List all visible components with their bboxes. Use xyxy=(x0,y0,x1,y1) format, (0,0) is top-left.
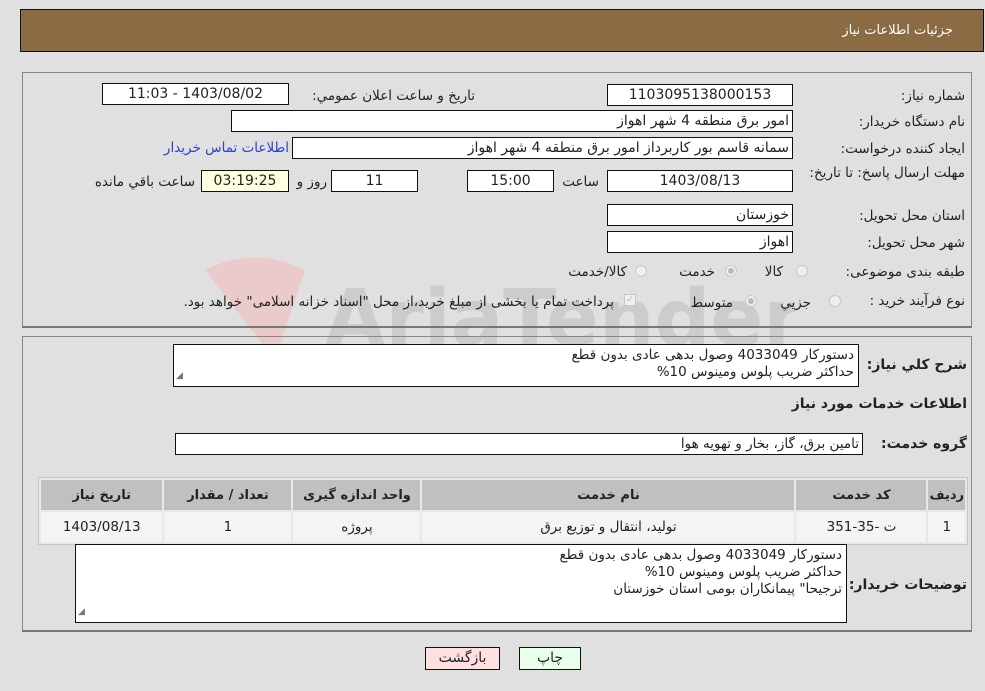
table-header-row: ردیف کد خدمت نام خدمت واحد اندازه گیری ت… xyxy=(41,480,965,510)
requester-field[interactable]: سمانه قاسم بور کاربرداز امور برق منطقه 4… xyxy=(292,137,793,159)
category-option-goods: کالا xyxy=(764,264,783,280)
time-remaining-label: ساعت باقي مانده xyxy=(94,174,195,190)
treasury-checkbox-label: پرداخت تمام یا بخشی از مبلغ خرید،از محل … xyxy=(183,294,614,310)
purchase-type-label: نوع فرآیند خرید : xyxy=(869,293,965,309)
treasury-checkbox[interactable]: ✓ xyxy=(624,294,636,306)
purchase-radio-medium[interactable] xyxy=(745,295,757,307)
resize-grip-icon[interactable]: ◢ xyxy=(176,368,183,385)
description-line: دستورکار 4033049 وصول بدهی عادی بدون قطع xyxy=(571,347,854,363)
city-label: شهر محل تحویل: xyxy=(867,235,965,251)
requester-label: ایجاد کننده درخواست: xyxy=(840,141,965,157)
cell-need-date: 1403/08/13 xyxy=(41,512,163,542)
days-remaining-field[interactable]: 11 xyxy=(331,170,418,192)
buyer-org-field[interactable]: امور برق منطقه 4 شهر اهواز xyxy=(231,110,793,132)
cell-service-code: ت -35-351 xyxy=(796,512,927,542)
category-option-service: خدمت xyxy=(679,264,715,280)
cell-quantity: 1 xyxy=(164,512,292,542)
province-field[interactable]: خوزستان xyxy=(607,204,793,226)
buyer-contact-link[interactable]: اطلاعات تماس خریدار xyxy=(164,140,289,156)
service-group-label: گروه خدمت: xyxy=(881,436,967,452)
column-header-service-code: کد خدمت xyxy=(796,480,927,510)
days-label: روز و xyxy=(296,174,327,190)
category-option-goods-service: کالا/خدمت xyxy=(568,264,627,280)
services-section-title: اطلاعات خدمات مورد نياز xyxy=(791,396,967,412)
purchase-radio-minor[interactable] xyxy=(829,295,841,307)
cell-unit: پروژه xyxy=(293,512,421,542)
purchase-option-minor: جزيي xyxy=(780,295,811,311)
category-radio-service[interactable] xyxy=(725,265,737,277)
description-textarea[interactable]: دستورکار 4033049 وصول بدهی عادی بدون قطع… xyxy=(173,344,859,387)
buyer-org-label: نام دستگاه خریدار: xyxy=(858,114,965,130)
column-header-service-name: نام خدمت xyxy=(422,480,795,510)
service-group-field[interactable]: تامین برق، گاز، بخار و تهویه هوا xyxy=(175,433,863,455)
city-field[interactable]: اهواز xyxy=(607,231,793,253)
deadline-time-field[interactable]: 15:00 xyxy=(467,170,554,192)
cell-row-number: 1 xyxy=(928,512,965,542)
buyer-notes-textarea[interactable]: دستورکار 4033049 وصول بدهی عادی بدون قطع… xyxy=(75,544,847,623)
page-title: جزئیات اطلاعات نیاز xyxy=(842,23,953,38)
column-header-unit: واحد اندازه گیری xyxy=(293,480,421,510)
column-header-quantity: تعداد / مقدار xyxy=(164,480,292,510)
category-radio-goods-service[interactable] xyxy=(635,265,647,277)
back-button[interactable]: بازگشت xyxy=(425,647,500,670)
purchase-option-medium: متوسط xyxy=(690,295,733,311)
deadline-label: مهلت ارسال پاسخ: تا تاریخ: xyxy=(809,165,965,181)
description-line: حداکثر ضریب پلوس ومینوس 10% xyxy=(656,364,854,380)
resize-grip-icon[interactable]: ◢ xyxy=(78,604,85,621)
page-header: جزئیات اطلاعات نیاز xyxy=(20,9,984,52)
deadline-time-label: ساعت xyxy=(562,174,599,190)
buyer-notes-line: دستورکار 4033049 وصول بدهی عادی بدون قطع xyxy=(559,547,842,563)
table-row: 1 ت -35-351 تولید، انتقال و توزیع برق پر… xyxy=(41,512,965,542)
description-label: شرح کلي نياز: xyxy=(866,357,967,373)
announce-datetime-label: تاریخ و ساعت اعلان عمومي: xyxy=(312,88,475,104)
time-remaining-field[interactable]: 03:19:25 xyxy=(201,170,289,192)
buyer-notes-line: حداکثر ضریب پلوس ومینوس 10% xyxy=(644,564,842,580)
deadline-date-field[interactable]: 1403/08/13 xyxy=(607,170,793,192)
province-label: استان محل تحویل: xyxy=(859,208,965,224)
announce-datetime-field[interactable]: 1403/08/02 - 11:03 xyxy=(102,83,289,105)
column-header-row-number: ردیف xyxy=(928,480,965,510)
column-header-need-date: تاریخ نیاز xyxy=(41,480,163,510)
category-radio-goods[interactable] xyxy=(796,265,808,277)
buyer-notes-line: ترجیحا" پیمانکاران بومی استان خوزستان xyxy=(613,581,842,597)
cell-service-name: تولید، انتقال و توزیع برق xyxy=(422,512,795,542)
print-button[interactable]: چاپ xyxy=(519,647,581,670)
need-number-field[interactable]: 1103095138000153 xyxy=(607,84,793,106)
category-label: طبقه بندی موضوعی: xyxy=(845,264,965,280)
services-table: ردیف کد خدمت نام خدمت واحد اندازه گیری ت… xyxy=(38,477,968,545)
need-number-label: شماره نیاز: xyxy=(900,88,965,104)
buyer-notes-label: توضیحات خریدار: xyxy=(848,577,967,593)
